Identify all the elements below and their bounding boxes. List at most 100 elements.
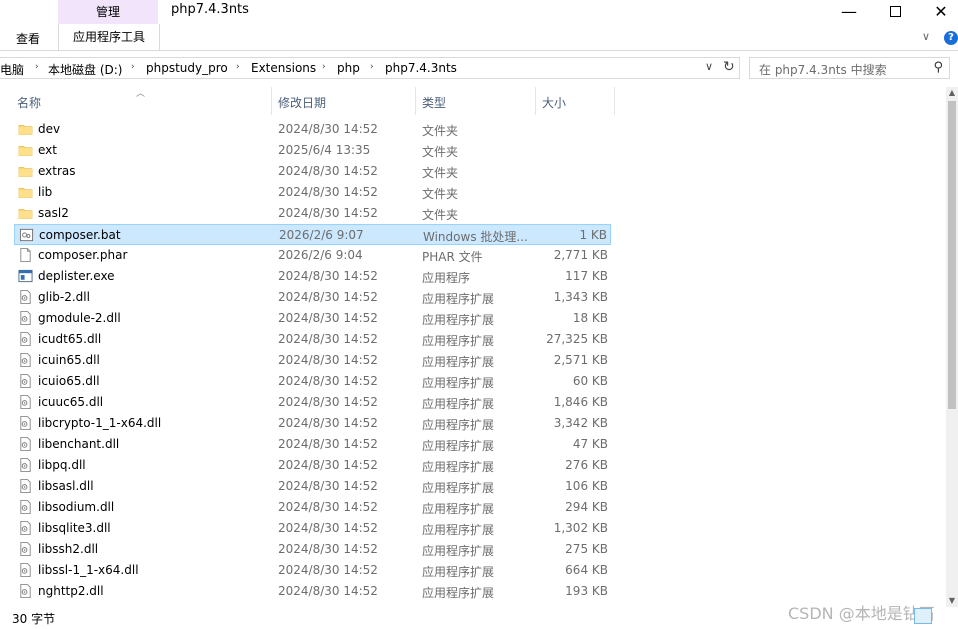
details-view-icon[interactable] (914, 608, 932, 624)
file-date: 2024/8/30 14:52 (278, 206, 378, 220)
file-row[interactable]: composer.phar 2026/2/6 9:04 PHAR 文件 2,771 K… (14, 245, 611, 266)
file-row[interactable]: libssl-1_1-x64.dll 2024/8/30 14:52 应用程序扩展 6… (14, 560, 611, 581)
file-row[interactable]: extras 2024/8/30 14:52 文件夹 (14, 161, 611, 182)
ribbon-tabs: 查看 应用程序工具 (0, 24, 958, 51)
large-icons-view-icon[interactable] (935, 608, 953, 624)
file-row[interactable]: icuio65.dll 2024/8/30 14:52 应用程序扩展 60 KB (14, 371, 611, 392)
column-header-type[interactable]: 类型 (422, 94, 446, 111)
file-date: 2024/8/30 14:52 (278, 374, 378, 388)
file-name: deplister.exe (38, 269, 115, 283)
file-row[interactable]: dev 2024/8/30 14:52 文件夹 (14, 119, 611, 140)
vertical-scrollbar[interactable]: ▲ ▼ (946, 87, 958, 607)
dll-icon (18, 457, 33, 473)
file-size: 106 KB (565, 479, 608, 493)
breadcrumb-phpstudy[interactable]: phpstudy_pro (146, 61, 228, 75)
file-row[interactable]: libpq.dll 2024/8/30 14:52 应用程序扩展 276 KB (14, 455, 611, 476)
file-row[interactable]: nghttp2.dll 2024/8/30 14:52 应用程序扩展 193 KB (14, 581, 611, 602)
file-date: 2024/8/30 14:52 (278, 185, 378, 199)
breadcrumb-separator-icon[interactable]: › (131, 62, 135, 72)
file-date: 2024/8/30 14:52 (278, 563, 378, 577)
folder-icon (18, 142, 33, 158)
address-dropdown-icon[interactable]: ∨ (705, 60, 713, 73)
breadcrumb-separator-icon[interactable]: › (322, 62, 326, 72)
file-name: gmodule-2.dll (38, 311, 121, 325)
file-date: 2024/8/30 14:52 (278, 164, 378, 178)
file-size: 2,571 KB (553, 353, 608, 367)
file-name: libssh2.dll (38, 542, 99, 556)
column-divider[interactable] (614, 87, 615, 115)
file-row[interactable]: gmodule-2.dll 2024/8/30 14:52 应用程序扩展 18 KB (14, 308, 611, 329)
file-date: 2024/8/30 14:52 (278, 311, 378, 325)
file-row[interactable]: deplister.exe 2024/8/30 14:52 应用程序 117 KB (14, 266, 611, 287)
refresh-icon[interactable]: ↻ (723, 59, 735, 75)
file-date: 2024/8/30 14:52 (278, 479, 378, 493)
file-date: 2026/2/6 9:04 (278, 248, 363, 262)
file-row[interactable]: glib-2.dll 2024/8/30 14:52 应用程序扩展 1,343 KB (14, 287, 611, 308)
breadcrumb-separator-icon[interactable]: › (370, 62, 374, 72)
minimize-button[interactable]: — (826, 0, 872, 22)
file-date: 2024/8/30 14:52 (278, 122, 378, 136)
file-row[interactable]: libsodium.dll 2024/8/30 14:52 应用程序扩展 294 KB (14, 497, 611, 518)
file-type: 文件夹 (422, 187, 459, 201)
file-row[interactable]: libssh2.dll 2024/8/30 14:52 应用程序扩展 275 KB (14, 539, 611, 560)
column-divider[interactable] (271, 87, 272, 115)
file-row[interactable]: composer.bat 2026/2/6 9:07 Windows 批处理... 1… (14, 224, 611, 245)
search-icon[interactable]: ⚲ (933, 60, 943, 75)
column-divider[interactable] (535, 87, 536, 115)
file-row[interactable]: libcrypto-1_1-x64.dll 2024/8/30 14:52 应用程序… (14, 413, 611, 434)
file-type: 应用程序扩展 (422, 544, 495, 558)
column-header-size[interactable]: 大小 (542, 94, 566, 111)
tab-view[interactable]: 查看 (16, 30, 40, 47)
breadcrumb-pc[interactable]: 电脑 (0, 61, 24, 78)
breadcrumb-current[interactable]: php7.4.3nts (385, 61, 457, 75)
file-type: 应用程序扩展 (422, 586, 495, 600)
tab-app-tools[interactable]: 应用程序工具 (58, 24, 160, 50)
column-header-date[interactable]: 修改日期 (278, 94, 326, 111)
breadcrumb-drive[interactable]: 本地磁盘 (D:) (48, 61, 122, 78)
sort-up-icon: ︿ (136, 89, 146, 99)
file-date: 2024/8/30 14:52 (278, 458, 378, 472)
scrollbar-thumb[interactable] (948, 101, 956, 409)
file-row[interactable]: ext 2025/6/4 13:35 文件夹 (14, 140, 611, 161)
close-button[interactable]: ✕ (918, 0, 958, 22)
file-row[interactable]: icuuc65.dll 2024/8/30 14:52 应用程序扩展 1,846 KB (14, 392, 611, 413)
breadcrumb-separator-icon[interactable]: › (35, 62, 39, 72)
file-row[interactable]: icuin65.dll 2024/8/30 14:52 应用程序扩展 2,571 KB (14, 350, 611, 371)
file-name: icuuc65.dll (38, 395, 104, 409)
file-type: 文件夹 (422, 166, 459, 180)
scroll-down-icon[interactable]: ▼ (946, 595, 958, 607)
file-row[interactable]: sasl2 2024/8/30 14:52 文件夹 (14, 203, 611, 224)
exe-icon (18, 268, 33, 284)
folder-icon (18, 184, 33, 200)
file-type: 应用程序扩展 (422, 334, 495, 348)
file-type: 应用程序扩展 (422, 460, 495, 474)
file-type: 应用程序扩展 (422, 355, 495, 369)
scroll-up-icon[interactable]: ▲ (946, 87, 958, 99)
file-size: 1 KB (579, 228, 607, 242)
breadcrumb-php[interactable]: php (337, 61, 360, 75)
file-row[interactable]: icudt65.dll 2024/8/30 14:52 应用程序扩展 27,325 K… (14, 329, 611, 350)
maximize-icon (889, 5, 901, 17)
file-size: 60 KB (572, 374, 608, 388)
file-date: 2026/2/6 9:07 (279, 228, 364, 242)
column-header-name[interactable]: 名称 (17, 94, 41, 111)
column-divider[interactable] (415, 87, 416, 115)
ribbon-expand-chevron-icon[interactable]: ∨ (922, 30, 930, 43)
file-type: 应用程序 (422, 271, 471, 285)
address-bar[interactable]: 电脑 › 本地磁盘 (D:) › phpstudy_pro › Extensio… (0, 57, 740, 79)
dll-icon (18, 541, 33, 557)
file-name: icuin65.dll (38, 353, 100, 367)
file-row[interactable]: libsasl.dll 2024/8/30 14:52 应用程序扩展 106 KB (14, 476, 611, 497)
file-row[interactable]: libsqlite3.dll 2024/8/30 14:52 应用程序扩展 1,302… (14, 518, 611, 539)
file-row[interactable]: libenchant.dll 2024/8/30 14:52 应用程序扩展 47 KB (14, 434, 611, 455)
search-input[interactable]: 在 php7.4.3nts 中搜索 ⚲ (749, 57, 950, 79)
help-icon[interactable]: ? (944, 31, 958, 45)
file-name: libsodium.dll (38, 500, 115, 514)
column-header-row: ︿ 名称 修改日期 类型 大小 (0, 87, 620, 115)
file-row[interactable]: lib 2024/8/30 14:52 文件夹 (14, 182, 611, 203)
breadcrumb-separator-icon[interactable]: › (236, 62, 240, 72)
file-size: 27,325 KB (546, 332, 608, 346)
maximize-button[interactable] (872, 0, 918, 22)
dll-icon (18, 436, 33, 452)
breadcrumb-extensions[interactable]: Extensions (251, 61, 316, 75)
